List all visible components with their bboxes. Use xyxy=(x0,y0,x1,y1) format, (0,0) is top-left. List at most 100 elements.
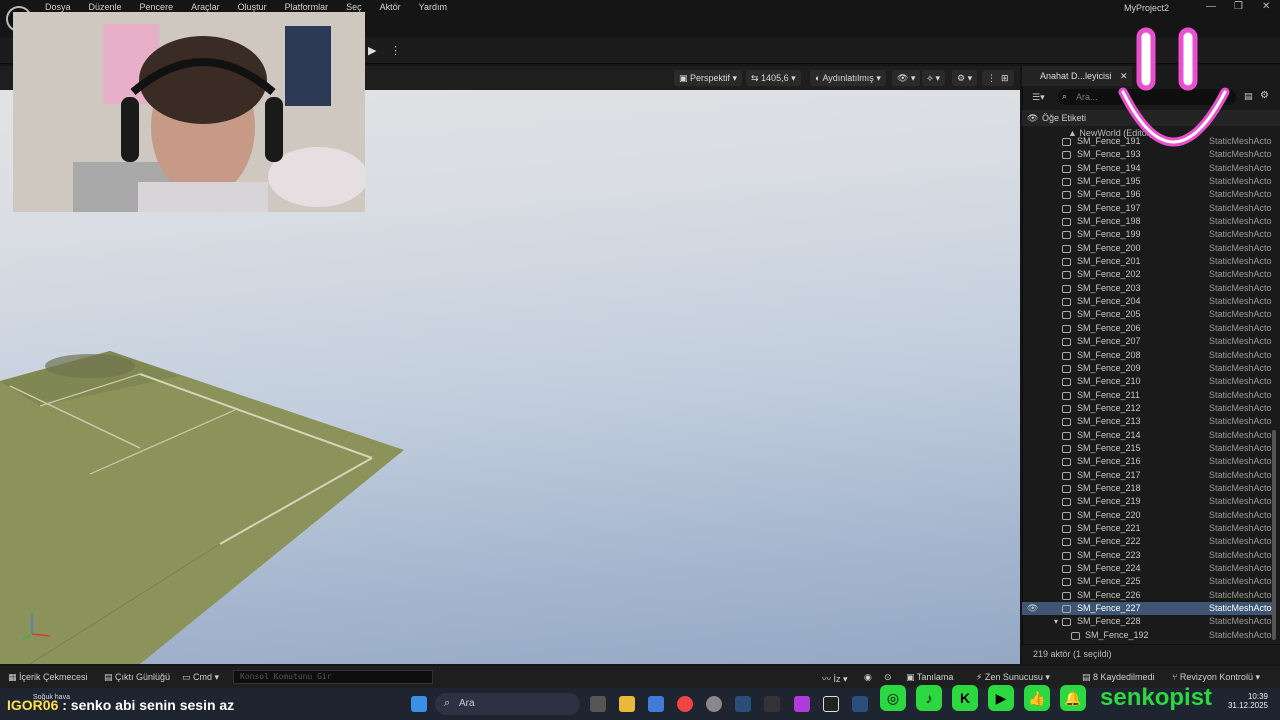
revision-control-button[interactable]: ⑂ Revizyon Kontrolü ▾ xyxy=(1172,672,1260,683)
cmd-button[interactable]: ▭ Cmd ▾ xyxy=(182,672,219,683)
outliner-row[interactable]: SM_Fence_226 StaticMeshActo xyxy=(1022,589,1276,602)
static-mesh-icon xyxy=(1062,498,1071,507)
outliner-row[interactable]: SM_Fence_194 StaticMeshActo xyxy=(1022,162,1276,175)
play-options-icon[interactable]: ⋮ xyxy=(390,44,401,57)
broadcast-icon[interactable]: ⊙ xyxy=(884,672,892,683)
store-icon[interactable] xyxy=(648,696,664,712)
visibility-icon[interactable]: 👁 xyxy=(1027,110,1038,126)
diagnostics-button[interactable]: ▣ Tanılama xyxy=(906,672,953,683)
filter-icon[interactable]: ☰▾ xyxy=(1032,92,1045,103)
menu-edit[interactable]: Düzenle xyxy=(80,2,131,12)
row-visibility-icon[interactable]: 👁 xyxy=(1027,602,1038,615)
app-icon[interactable] xyxy=(706,696,722,712)
menu-platforms[interactable]: Platformlar xyxy=(276,2,338,12)
record-icon[interactable]: ◉ xyxy=(864,672,872,683)
outliner-row[interactable]: SM_Fence_215 StaticMeshActo xyxy=(1022,442,1276,455)
outliner-row[interactable]: SM_Fence_225 StaticMeshActo xyxy=(1022,575,1276,588)
steam-icon-2[interactable] xyxy=(852,696,868,712)
row-label: SM_Fence_227 xyxy=(1077,603,1141,614)
outliner-row[interactable]: SM_Fence_199 StaticMeshActo xyxy=(1022,228,1276,241)
menu-window[interactable]: Pencere xyxy=(131,2,183,12)
taskbar-search[interactable]: Ara xyxy=(435,693,580,715)
minimize-icon[interactable]: — xyxy=(1206,1,1216,12)
outliner-row[interactable]: SM_Fence_216 StaticMeshActo xyxy=(1022,455,1276,468)
row-label: SM_Fence_220 xyxy=(1077,509,1141,520)
content-drawer-button[interactable]: ▦ İçerik Çekmecesi xyxy=(8,672,88,683)
outliner-row[interactable]: SM_Fence_197 StaticMeshActo xyxy=(1022,202,1276,215)
row-label: SM_Fence_224 xyxy=(1077,563,1141,573)
main-menu: Dosya Düzenle Pencere Araçlar Oluştur Pl… xyxy=(36,2,456,12)
close-icon[interactable]: ✕ xyxy=(1262,1,1270,12)
outliner-row[interactable]: SM_Fence_220 StaticMeshActo xyxy=(1022,509,1276,522)
outliner-row[interactable]: SM_Fence_201 StaticMeshActo xyxy=(1022,255,1276,268)
outliner-row[interactable]: ▾ SM_Fence_228 StaticMeshActo xyxy=(1022,615,1276,628)
chrome-icon[interactable] xyxy=(677,696,693,712)
outliner-row[interactable]: SM_Fence_211 StaticMeshActo xyxy=(1022,389,1276,402)
menu-help[interactable]: Yardım xyxy=(410,2,456,12)
console-input[interactable]: Konsol Komutunu Gir xyxy=(233,670,433,684)
outliner-row[interactable]: SM_Fence_207 StaticMeshActo xyxy=(1022,335,1276,348)
row-type: StaticMeshActo xyxy=(1209,189,1272,200)
smiley-overlay-icon xyxy=(1118,27,1230,147)
epic-games-icon[interactable] xyxy=(764,696,780,712)
clock-date: 31.12.2025 xyxy=(1227,701,1268,710)
outliner-row[interactable]: SM_Fence_206 StaticMeshActo xyxy=(1022,322,1276,335)
task-view-icon[interactable] xyxy=(590,696,606,712)
unreal-engine-icon[interactable] xyxy=(823,696,839,712)
trace-button[interactable]: 〰 İz ▾ xyxy=(822,672,848,685)
outliner-row[interactable]: SM_Fence_208 StaticMeshActo xyxy=(1022,349,1276,362)
outliner-row[interactable]: SM_Fence_198 StaticMeshActo xyxy=(1022,215,1276,228)
row-label: SM_Fence_206 xyxy=(1077,322,1141,333)
outliner-row[interactable]: SM_Fence_214 StaticMeshActo xyxy=(1022,429,1276,442)
steam-icon[interactable] xyxy=(735,696,751,712)
outliner-row[interactable]: SM_Fence_203 StaticMeshActo xyxy=(1022,282,1276,295)
unsaved-button[interactable]: ▤ 8 Kaydedilmedi xyxy=(1082,672,1155,683)
maximize-icon[interactable]: ❐ xyxy=(1234,1,1243,12)
menu-build[interactable]: Oluştur xyxy=(229,2,276,12)
outliner-settings-icon[interactable]: ⚙ xyxy=(1260,90,1269,101)
outliner-row[interactable]: SM_Fence_210 StaticMeshActo xyxy=(1022,375,1276,388)
outliner-row[interactable]: SM_Fence_202 StaticMeshActo xyxy=(1022,268,1276,281)
twitch-icon[interactable] xyxy=(794,696,810,712)
static-mesh-icon xyxy=(1062,191,1071,200)
outliner-row[interactable]: SM_Fence_223 StaticMeshActo xyxy=(1022,549,1276,562)
outliner-row[interactable]: SM_Fence_217 StaticMeshActo xyxy=(1022,469,1276,482)
camera-speed-button[interactable]: ⇆ 1405,6 ▾ xyxy=(746,70,801,86)
outliner-row[interactable]: SM_Fence_222 StaticMeshActo xyxy=(1022,535,1276,548)
zen-server-button[interactable]: ⚡ Zen Sunucusu ▾ xyxy=(976,672,1050,683)
outliner-row[interactable]: SM_Fence_221 StaticMeshActo xyxy=(1022,522,1276,535)
layout-icon[interactable]: ⊞ xyxy=(996,70,1014,86)
file-explorer-icon[interactable] xyxy=(619,696,635,712)
settings-icon[interactable]: ⚙ ▾ xyxy=(952,70,978,86)
transform-icon[interactable]: ⟡ ▾ xyxy=(922,70,945,86)
menu-file[interactable]: Dosya xyxy=(36,2,80,12)
outliner-row[interactable]: SM_Fence_196 StaticMeshActo xyxy=(1022,188,1276,201)
outliner-scrollbar[interactable] xyxy=(1272,430,1276,640)
folder-icon[interactable]: ▤ xyxy=(1244,91,1253,102)
menu-tools[interactable]: Araçlar xyxy=(182,2,229,12)
output-log-button[interactable]: ▤ Çıktı Günlüğü xyxy=(104,672,170,683)
play-icon[interactable]: ▶ xyxy=(368,44,384,58)
outliner-row[interactable]: SM_Fence_195 StaticMeshActo xyxy=(1022,175,1276,188)
outliner-row[interactable]: 👁 SM_Fence_227 StaticMeshActo xyxy=(1022,602,1276,616)
outliner-row[interactable]: SM_Fence_192 StaticMeshActo xyxy=(1022,629,1276,642)
lit-mode-button[interactable]: ◐ Aydınlatılmış ▾ xyxy=(810,70,886,86)
revision-control-label: Revizyon Kontrolü xyxy=(1179,672,1253,682)
show-flags-icon[interactable]: 👁 ▾ xyxy=(892,70,921,86)
outliner-row[interactable]: SM_Fence_205 StaticMeshActo xyxy=(1022,308,1276,321)
menu-actor[interactable]: Aktör xyxy=(371,2,410,12)
perspective-button[interactable]: ▣ Perspektif ▾ xyxy=(674,70,743,86)
outliner-row[interactable]: SM_Fence_204 StaticMeshActo xyxy=(1022,295,1276,308)
outliner-row[interactable]: SM_Fence_218 StaticMeshActo xyxy=(1022,482,1276,495)
menu-select[interactable]: Seç xyxy=(337,2,371,12)
outliner-row[interactable]: SM_Fence_213 StaticMeshActo xyxy=(1022,415,1276,428)
row-type: StaticMeshActo xyxy=(1209,442,1272,453)
row-type: StaticMeshActo xyxy=(1209,362,1272,373)
outliner-row[interactable]: SM_Fence_219 StaticMeshActo xyxy=(1022,495,1276,508)
outliner-row[interactable]: SM_Fence_212 StaticMeshActo xyxy=(1022,402,1276,415)
windows-start-icon[interactable] xyxy=(411,696,427,712)
outliner-row[interactable]: SM_Fence_224 StaticMeshActo xyxy=(1022,562,1276,575)
outliner-row[interactable]: SM_Fence_209 StaticMeshActo xyxy=(1022,362,1276,375)
outliner-row[interactable]: SM_Fence_200 StaticMeshActo xyxy=(1022,242,1276,255)
expand-chevron-icon[interactable]: ▾ xyxy=(1054,615,1058,628)
